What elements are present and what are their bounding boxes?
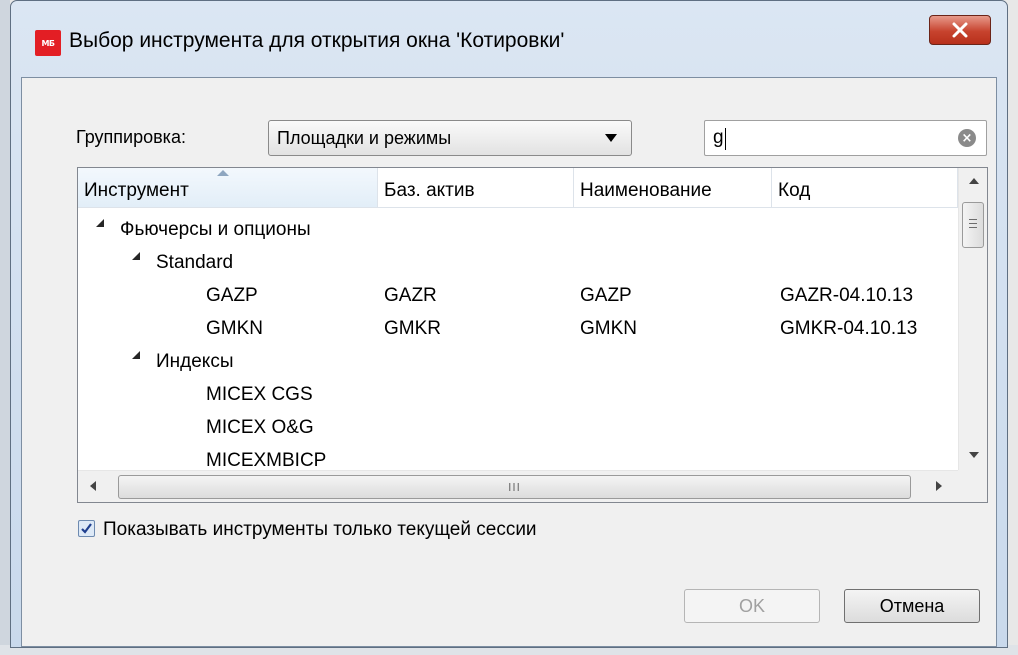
current-session-checkbox[interactable]	[78, 520, 95, 537]
expanded-triangle-icon[interactable]	[132, 351, 140, 359]
column-header-name[interactable]: Наименование	[574, 168, 772, 208]
grip-line	[969, 223, 977, 224]
desktop-background-left	[0, 0, 10, 655]
horizontal-scrollbar[interactable]: III	[78, 470, 958, 502]
checkmark-icon	[81, 523, 92, 534]
grip-lines-icon: III	[508, 480, 521, 494]
table-row[interactable]: MICEX CGS	[78, 379, 958, 411]
dialog-title: Выбор инструмента для открытия окна 'Кот…	[69, 29, 565, 52]
close-icon	[952, 22, 968, 38]
grouping-label: Группировка:	[76, 127, 186, 147]
cell-instrument: MICEX O&G	[206, 417, 314, 438]
cell-name: GAZP	[580, 285, 632, 306]
tree-node-label: Фьючерсы и опционы	[120, 219, 311, 240]
column-header-label: Инструмент	[84, 180, 189, 201]
cell-instrument: MICEX CGS	[206, 384, 313, 405]
tree-group-row[interactable]: Индексы	[78, 346, 958, 378]
cell-name: GMKN	[580, 318, 637, 339]
column-header-label: Код	[778, 180, 811, 201]
expanded-triangle-icon[interactable]	[96, 219, 104, 227]
column-header-label: Наименование	[580, 180, 712, 201]
cell-instrument: GAZP	[206, 285, 258, 306]
search-input[interactable]: g ×	[704, 120, 987, 156]
table-row[interactable]: MICEX O&G	[78, 412, 958, 444]
cell-base-asset: GMKR	[384, 318, 441, 339]
grid-header: Инструмент Баз. актив Наименование Код	[78, 168, 958, 208]
tree-group-row[interactable]: Standard	[78, 247, 958, 279]
table-row[interactable]: GAZP GAZR GAZP GAZR-04.10.13	[78, 280, 958, 312]
instrument-select-dialog: МБ Выбор инструмента для открытия окна '…	[10, 0, 1008, 648]
text-caret	[725, 128, 726, 150]
tree-node-label: Индексы	[156, 351, 234, 372]
grouping-select[interactable]: Площадки и режимы	[268, 120, 632, 156]
clear-search-icon[interactable]: ×	[958, 129, 976, 147]
instruments-tree-grid[interactable]: Инструмент Баз. актив Наименование Код Ф…	[77, 167, 988, 503]
column-header-label: Баз. актив	[384, 180, 475, 201]
current-session-label[interactable]: Показывать инструменты только текущей се…	[103, 519, 537, 541]
grouping-select-value: Площадки и режимы	[277, 128, 452, 148]
scroll-down-icon[interactable]	[969, 452, 979, 458]
grip-line	[969, 219, 977, 220]
vertical-scroll-thumb[interactable]	[962, 202, 984, 248]
cell-code: GMKR-04.10.13	[780, 318, 918, 339]
cancel-button[interactable]: Отмена	[844, 589, 980, 623]
dropdown-arrow-icon	[605, 134, 617, 142]
ok-button[interactable]: OK	[684, 589, 820, 623]
column-header-instrument[interactable]: Инструмент	[78, 168, 378, 208]
scroll-left-icon[interactable]	[90, 481, 96, 491]
scroll-right-icon[interactable]	[936, 481, 942, 491]
tree-group-row[interactable]: Фьючерсы и опционы	[78, 214, 958, 246]
app-logo-icon: МБ	[35, 30, 61, 56]
grip-line	[969, 227, 977, 228]
sort-ascending-icon	[217, 170, 229, 176]
search-input-value: g	[713, 127, 724, 148]
cell-base-asset: GAZR	[384, 285, 437, 306]
close-button[interactable]	[929, 15, 991, 45]
cell-code: GAZR-04.10.13	[780, 285, 914, 306]
table-row[interactable]: GMKN GMKR GMKN GMKR-04.10.13	[78, 313, 958, 345]
cell-instrument: GMKN	[206, 318, 263, 339]
tree-node-label: Standard	[156, 252, 234, 273]
scroll-up-icon[interactable]	[969, 178, 979, 184]
dialog-client-area: Группировка: Площадки и режимы g × Инстр…	[21, 77, 997, 647]
cell-instrument: MICEXMBICP	[206, 450, 327, 471]
vertical-scrollbar[interactable]	[958, 168, 987, 470]
column-header-base-asset[interactable]: Баз. актив	[378, 168, 574, 208]
column-header-code[interactable]: Код	[772, 168, 958, 208]
expanded-triangle-icon[interactable]	[132, 252, 140, 260]
horizontal-scroll-thumb[interactable]: III	[118, 475, 911, 499]
scrollbar-corner	[958, 470, 987, 502]
